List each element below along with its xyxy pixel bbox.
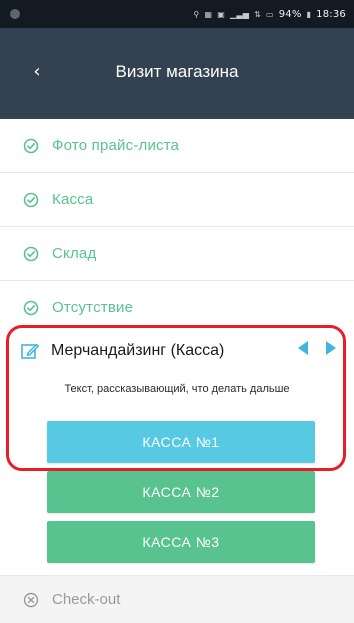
battery-icon: ▭ xyxy=(265,9,274,19)
menu-item-cash[interactable]: Касса xyxy=(0,173,354,227)
merchandising-title: Мерчандайзинг (Касса) xyxy=(51,342,225,359)
page-title: Визит магазина xyxy=(115,62,239,81)
status-bar: ⚲ ▦ ▣ ▁▃▅ ⇅ ▭ 94% ▮ 18:36 xyxy=(0,0,354,28)
cash-3-button[interactable]: КАССА №3 xyxy=(47,521,315,563)
status-icons: ⚲ ▦ ▣ ▁▃▅ ⇅ ▭ 94% ▮ 18:36 xyxy=(193,9,346,20)
menu-item-warehouse[interactable]: Склад xyxy=(0,227,354,281)
merchandising-description: Текст, рассказывающий, что делать дальше xyxy=(64,383,290,395)
menu-item-label: Отсутствие xyxy=(52,299,134,316)
clock: 18:36 xyxy=(316,8,346,20)
cash-2-button[interactable]: КАССА №2 xyxy=(47,471,315,513)
menu-item-price-photo[interactable]: Фото прайс-листа xyxy=(0,119,354,173)
cash-1-button[interactable]: КАССА №1 xyxy=(47,421,315,463)
checkout-item[interactable]: Check-out xyxy=(0,575,354,623)
battery-level: 94% xyxy=(278,8,302,20)
arrow-right-icon[interactable] xyxy=(324,340,338,356)
merchandising-section: Мерчандайзинг (Касса) Текст, рассказываю… xyxy=(0,325,354,575)
notification-icon xyxy=(10,9,20,19)
check-circle-icon xyxy=(22,299,40,317)
signal-icon: ▁▃▅ xyxy=(230,9,250,19)
cast-icon: ▣ xyxy=(217,9,225,19)
check-circle-icon xyxy=(22,191,40,209)
menu-item-label: Касса xyxy=(52,191,94,208)
checkout-label: Check-out xyxy=(52,591,121,608)
merchandising-nav xyxy=(296,340,338,356)
location-icon: ⚲ xyxy=(193,9,200,19)
close-circle-icon xyxy=(22,591,40,609)
screen: ⚲ ▦ ▣ ▁▃▅ ⇅ ▭ 94% ▮ 18:36 ‹ Визит магази… xyxy=(0,0,354,623)
arrow-left-icon[interactable] xyxy=(296,340,310,356)
menu-item-label: Склад xyxy=(52,245,97,262)
merchandising-header: Мерчандайзинг (Касса) xyxy=(0,325,354,377)
menu-item-label: Фото прайс-листа xyxy=(52,137,180,154)
data-icon: ⇅ xyxy=(254,9,261,19)
check-circle-icon xyxy=(22,245,40,263)
visit-content: Фото прайс-листа Касса Склад Отсутствие … xyxy=(0,119,354,623)
edit-icon[interactable] xyxy=(19,340,41,362)
battery-bar-icon: ▮ xyxy=(306,9,312,19)
app-bar: ‹ Визит магазина xyxy=(0,28,354,119)
check-circle-icon xyxy=(22,137,40,155)
nfc-icon: ▦ xyxy=(204,9,213,19)
